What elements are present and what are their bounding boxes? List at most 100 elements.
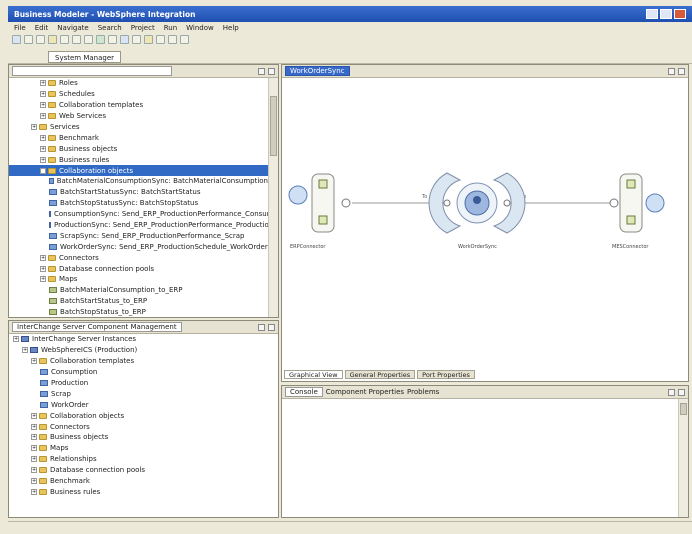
expand-toggle-icon[interactable]: + xyxy=(31,124,37,130)
panel-tab[interactable]: InterChange Server Component Management xyxy=(12,322,182,332)
tree-item[interactable]: ScrapSync: Send_ERP_ProductionPerformanc… xyxy=(9,230,268,241)
stop-icon[interactable] xyxy=(108,34,117,44)
minimize-view-icon[interactable] xyxy=(258,323,265,331)
tree-item[interactable]: Scrap xyxy=(9,388,268,399)
expand-toggle-icon[interactable]: + xyxy=(31,423,37,430)
tab-port-properties[interactable]: Port Properties xyxy=(417,370,475,379)
expand-toggle-icon[interactable]: + xyxy=(40,145,46,152)
expand-toggle-icon[interactable]: + xyxy=(31,358,37,365)
zoom-in-icon[interactable] xyxy=(168,34,177,44)
tab-problems[interactable]: Problems xyxy=(407,388,439,396)
tree-item[interactable]: + Collaboration objects xyxy=(9,410,268,421)
menu-navigate[interactable]: Navigate xyxy=(57,24,88,32)
expand-toggle-icon[interactable]: + xyxy=(31,412,37,419)
tree-item[interactable]: ConsumptionSync: Send_ERP_ProductionPerf… xyxy=(9,209,268,220)
expand-toggle-icon[interactable]: + xyxy=(40,102,46,109)
tree-item[interactable]: BatchStopStatus_to_ERP xyxy=(9,307,268,317)
tree-item[interactable]: BatchStopStatusSync: BatchStopStatus xyxy=(9,198,268,209)
tree-item[interactable]: + Collaboration templates xyxy=(9,100,268,111)
connector-node-left[interactable] xyxy=(288,173,351,233)
tree-item[interactable]: Consumption xyxy=(9,367,268,378)
tree-item[interactable]: + Database connection pools xyxy=(9,263,268,274)
maximize-view-icon[interactable] xyxy=(268,323,275,331)
scrollbar-thumb[interactable] xyxy=(680,403,687,415)
search-icon[interactable] xyxy=(132,34,141,44)
expand-toggle-icon[interactable]: + xyxy=(22,347,28,354)
new-icon[interactable] xyxy=(12,34,21,44)
tree-item[interactable]: ProductionSync: Send_ERP_ProductionPerfo… xyxy=(9,220,268,231)
tree-item[interactable]: WorkOrderSync: Send_ERP_ProductionSchedu… xyxy=(9,241,268,252)
expand-toggle-icon[interactable]: + xyxy=(40,80,46,87)
close-button[interactable] xyxy=(674,9,686,19)
expand-toggle-icon[interactable]: + xyxy=(40,156,46,163)
print-icon[interactable] xyxy=(36,34,45,44)
tree-item[interactable]: + Business objects xyxy=(9,143,268,154)
console-scrollbar[interactable] xyxy=(678,399,688,517)
expand-toggle-icon[interactable]: + xyxy=(31,488,37,495)
expand-toggle-icon[interactable]: + xyxy=(40,167,46,174)
paste-icon[interactable] xyxy=(84,34,93,44)
maximize-view-icon[interactable] xyxy=(678,388,685,396)
expand-toggle-icon[interactable]: + xyxy=(13,336,19,343)
maximize-view-icon[interactable] xyxy=(678,67,685,75)
tab-console[interactable]: Console xyxy=(285,387,323,397)
open-icon[interactable] xyxy=(48,34,57,44)
minimize-view-icon[interactable] xyxy=(668,388,675,396)
save-icon[interactable] xyxy=(24,34,33,44)
menu-project[interactable]: Project xyxy=(131,24,155,32)
tree-item[interactable]: + Business rules xyxy=(9,154,268,165)
tree-item[interactable]: BatchStartStatusSync: BatchStartStatus xyxy=(9,187,268,198)
tree-item[interactable]: + Connectors xyxy=(9,252,268,263)
maximize-view-icon[interactable] xyxy=(268,67,275,75)
tab-component-properties[interactable]: Component Properties xyxy=(326,388,404,396)
zoom-out-icon[interactable] xyxy=(180,34,189,44)
expand-toggle-icon[interactable]: + xyxy=(40,265,46,272)
expand-toggle-icon[interactable]: + xyxy=(31,467,37,474)
expand-toggle-icon[interactable]: + xyxy=(31,456,37,463)
tree-item[interactable]: + Services xyxy=(9,122,268,133)
tree-item[interactable]: Production xyxy=(9,378,268,389)
menu-run[interactable]: Run xyxy=(164,24,177,32)
tree-item[interactable]: + WebSphereICS (Production) xyxy=(9,345,268,356)
run-icon[interactable] xyxy=(96,34,105,44)
tree-item[interactable]: + Benchmark xyxy=(9,132,268,143)
expand-toggle-icon[interactable]: + xyxy=(31,445,37,452)
menu-help[interactable]: Help xyxy=(223,24,239,32)
tree-item[interactable]: + Schedules xyxy=(9,89,268,100)
vertical-scrollbar[interactable] xyxy=(268,78,278,317)
panel-tab[interactable] xyxy=(12,66,172,76)
tree-item[interactable]: + Relationships xyxy=(9,454,268,465)
minimize-view-icon[interactable] xyxy=(668,67,675,75)
minimize-view-icon[interactable] xyxy=(258,67,265,75)
tree-item[interactable]: + Web Services xyxy=(9,111,268,122)
tree-item[interactable]: + Roles xyxy=(9,78,268,89)
copy-icon[interactable] xyxy=(72,34,81,44)
tree-item[interactable]: + Maps xyxy=(9,443,268,454)
tab-general-properties[interactable]: General Properties xyxy=(344,370,416,379)
back-icon[interactable] xyxy=(144,34,153,44)
tree-item[interactable]: + Collaboration templates xyxy=(9,356,268,367)
menu-file[interactable]: File xyxy=(14,24,26,32)
tree-item[interactable]: + Business objects xyxy=(9,432,268,443)
tree-item[interactable]: + Connectors xyxy=(9,421,268,432)
expand-toggle-icon[interactable]: + xyxy=(40,113,46,120)
tree-item[interactable]: WorkOrder xyxy=(9,399,268,410)
menu-window[interactable]: Window xyxy=(186,24,214,32)
expand-toggle-icon[interactable]: + xyxy=(40,254,46,261)
scrollbar-thumb[interactable] xyxy=(270,96,277,156)
connector-node-right[interactable] xyxy=(609,173,665,233)
expand-toggle-icon[interactable]: + xyxy=(40,91,46,98)
maximize-button[interactable] xyxy=(660,9,672,19)
expand-toggle-icon[interactable]: + xyxy=(31,478,37,485)
tree-item[interactable]: + Database connection pools xyxy=(9,465,268,476)
tree-item[interactable]: + Collaboration objects xyxy=(9,165,268,177)
expand-toggle-icon[interactable]: + xyxy=(40,276,46,283)
cut-icon[interactable] xyxy=(60,34,69,44)
perspective-tab-system-manager[interactable]: System Manager xyxy=(48,51,122,63)
expand-toggle-icon[interactable]: + xyxy=(31,434,37,441)
tree-item[interactable]: + Benchmark xyxy=(9,476,268,487)
tab-graphical-view[interactable]: Graphical View xyxy=(284,370,343,379)
expand-toggle-icon[interactable]: + xyxy=(40,134,46,141)
tree-item[interactable]: + Maps xyxy=(9,274,268,285)
debug-icon[interactable] xyxy=(120,34,129,44)
